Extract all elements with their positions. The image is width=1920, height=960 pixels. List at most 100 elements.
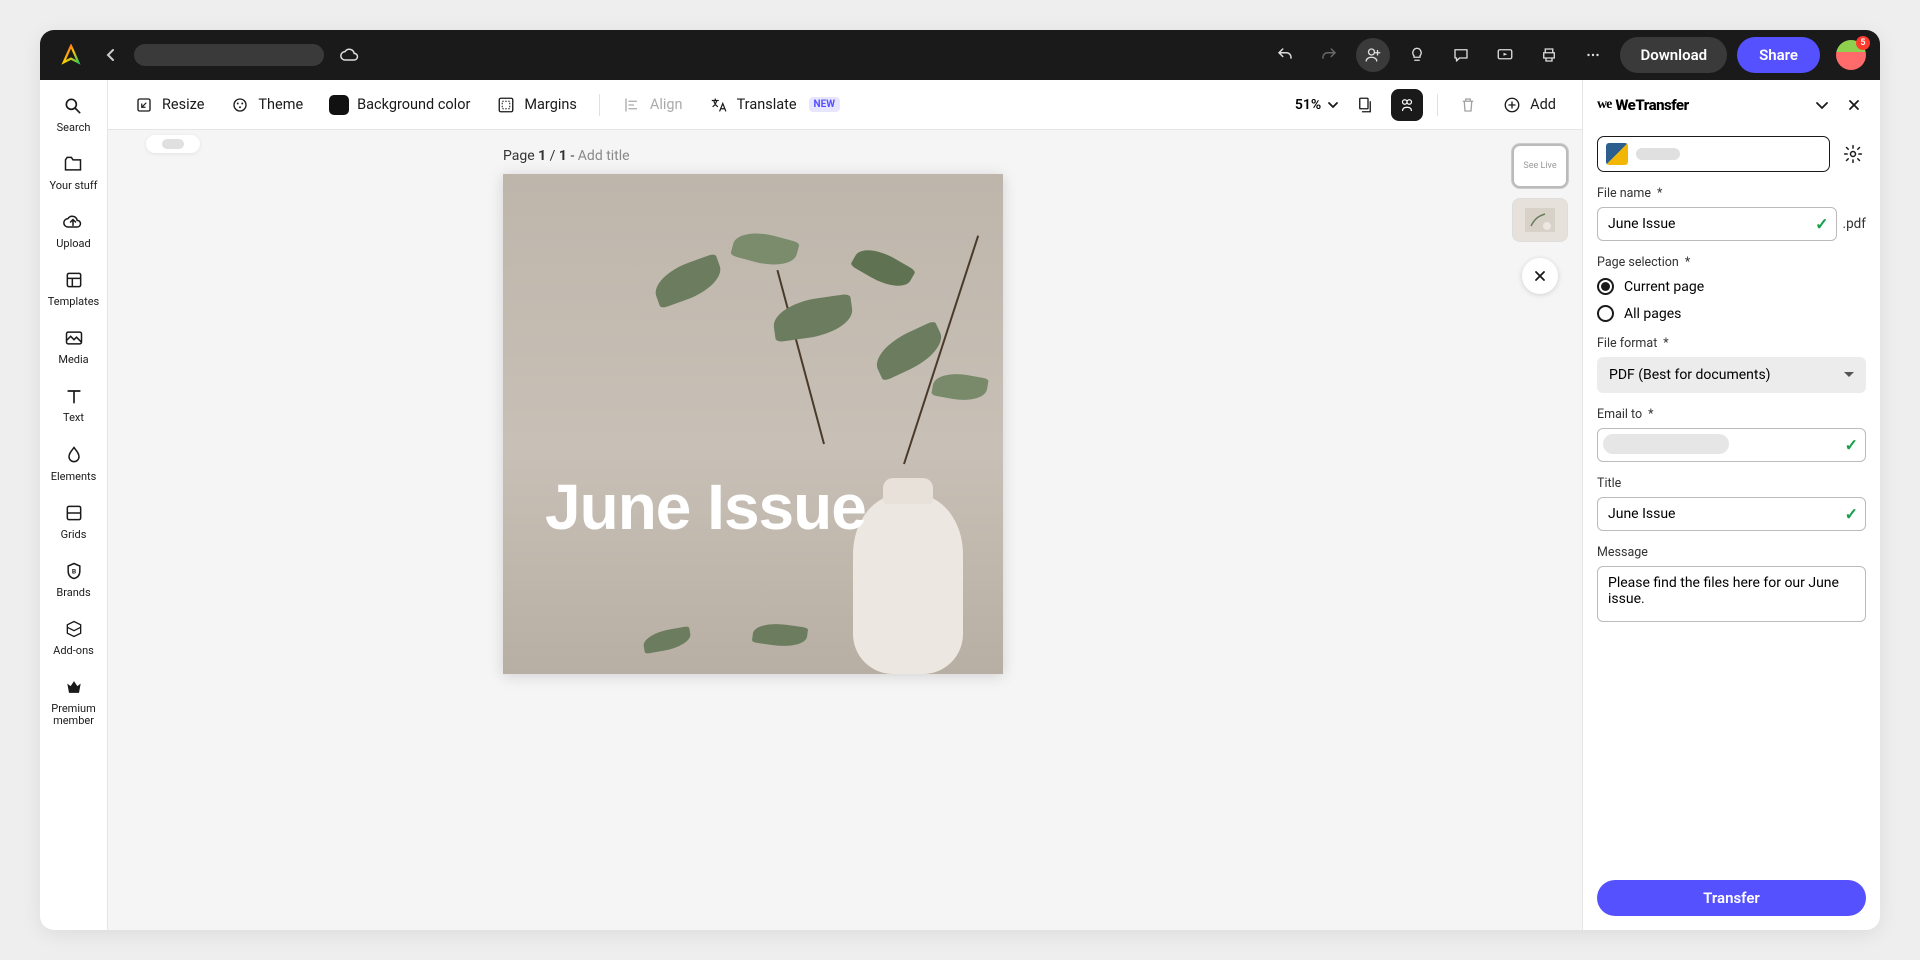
sidebar-label: Templates [48,296,99,308]
align-icon [622,95,642,115]
sidebar-yourstuff[interactable]: Your stuff [49,152,97,192]
wt-account-field[interactable] [1597,136,1830,172]
document-title-placeholder[interactable] [134,44,324,66]
app-logo[interactable] [60,44,82,66]
wetransfer-panel: weWeTransfer File name [1582,80,1880,930]
bgcolor-swatch [329,95,349,115]
resize-icon [134,95,154,115]
sidebar-templates[interactable]: Templates [48,268,99,308]
sidebar-label: Add-ons [53,645,94,657]
invite-icon[interactable] [1356,38,1390,72]
sidebar-addons[interactable]: Add-ons [53,617,94,657]
media-icon [62,326,86,350]
sidebar-premium[interactable]: Premium member [40,675,107,727]
page-thumbnails: See Live [1512,144,1568,294]
design-page[interactable]: June Issue [503,174,1003,674]
present-icon[interactable] [1488,38,1522,72]
file-format-label: File format [1597,336,1866,351]
download-button[interactable]: Download [1620,37,1727,73]
filename-label: File name [1597,186,1866,201]
gear-icon[interactable] [1840,141,1866,167]
radio-all-pages[interactable]: All pages [1597,305,1866,322]
page-selection-label: Page selection [1597,255,1866,270]
svg-text:B: B [71,567,75,575]
cloud-sync-icon[interactable] [336,41,364,69]
resize-button[interactable]: Resize [126,89,212,121]
filename-input[interactable] [1597,207,1837,241]
undo-icon[interactable] [1268,38,1302,72]
margins-icon [496,95,516,115]
premium-icon [62,675,86,699]
comment-icon[interactable] [1444,38,1478,72]
transfer-button[interactable]: Transfer [1597,880,1866,916]
radio-selected-icon [1597,278,1614,295]
print-icon[interactable] [1532,38,1566,72]
redo-icon[interactable] [1312,38,1346,72]
margins-button[interactable]: Margins [488,89,585,121]
delete-button[interactable] [1452,89,1484,121]
canvas-area: Resize Theme Background color Margins Al… [108,80,1582,930]
radio-unselected-icon [1597,305,1614,322]
close-thumbnails-button[interactable] [1522,258,1558,294]
photo-background [503,174,1003,674]
add-page-button[interactable]: Add [1494,89,1564,121]
title-input[interactable] [1597,497,1866,531]
title-label: Title [1597,476,1866,491]
sidebar-label: Brands [56,587,90,599]
thumbnail-page-1[interactable] [1512,198,1568,242]
left-sidebar: Search Your stuff Upload Templates Media… [40,80,108,930]
elements-icon [62,443,86,467]
templates-icon [62,268,86,292]
topbar: Download Share [40,30,1880,80]
theme-button[interactable]: Theme [222,89,311,121]
page-title-text[interactable]: June Issue [545,470,866,544]
wetransfer-logo: weWeTransfer [1597,96,1689,114]
bgcolor-button[interactable]: Background color [321,89,478,121]
sidebar-text[interactable]: Text [62,384,86,424]
sidebar-label: Upload [56,238,90,250]
sidebar-label: Premium member [40,703,107,727]
sidebar-label: Grids [61,529,87,541]
brands-icon: B [62,559,86,583]
wt-account-icon [1606,143,1628,165]
page-label[interactable]: Page 1 / 1 - Add title [503,148,630,164]
email-to-label: Email to [1597,407,1866,422]
upload-icon [61,210,85,234]
thumbnail-blank[interactable]: See Live [1512,144,1568,188]
zoom-control[interactable]: 51% [1295,97,1339,113]
chevron-down-icon [1327,99,1339,111]
sidebar-grids[interactable]: Grids [61,501,87,541]
sidebar-upload[interactable]: Upload [56,210,90,250]
check-icon: ✓ [1845,505,1858,524]
wt-header: weWeTransfer [1583,80,1880,130]
sidebar-search[interactable]: Search [57,94,91,134]
email-chip-placeholder [1603,434,1729,454]
lightbulb-icon[interactable] [1400,38,1434,72]
wt-account-placeholder [1636,148,1680,160]
canvas-viewport[interactable]: Page 1 / 1 - Add title June Issue See Li [108,130,1582,930]
radio-current-page[interactable]: Current page [1597,278,1866,295]
canvas-toolbar: Resize Theme Background color Margins Al… [108,80,1582,130]
pages-icon-button[interactable] [1349,89,1381,121]
translate-icon [709,95,729,115]
sidebar-label: Text [63,412,84,424]
close-icon[interactable] [1842,93,1866,117]
sidebar-media[interactable]: Media [58,326,88,366]
translate-button[interactable]: TranslateNEW [701,89,848,121]
collapse-icon[interactable] [1810,93,1834,117]
layers-icon-button[interactable] [1391,89,1423,121]
sidebar-brands[interactable]: B Brands [56,559,90,599]
share-button[interactable]: Share [1737,37,1820,73]
new-badge: NEW [809,97,840,112]
check-icon: ✓ [1815,215,1828,234]
message-textarea[interactable]: Please find the files here for our June … [1597,566,1866,622]
more-icon[interactable] [1576,38,1610,72]
file-format-select[interactable]: PDF (Best for documents) [1597,357,1866,393]
add-title-link[interactable]: Add title [578,148,630,164]
user-avatar[interactable] [1836,40,1866,70]
align-button: Align [614,89,691,121]
file-extension: .pdf [1843,216,1866,232]
sidebar-elements[interactable]: Elements [51,443,97,483]
back-button[interactable] [98,42,124,68]
floating-chip[interactable] [146,135,200,153]
